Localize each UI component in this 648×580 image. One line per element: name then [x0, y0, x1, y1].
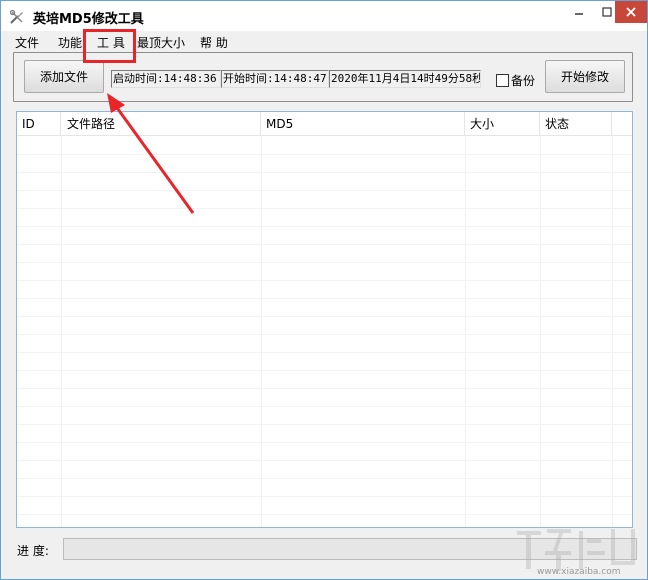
maximize-icon [602, 7, 612, 17]
row-line [17, 352, 632, 353]
column-divider [61, 136, 62, 527]
current-datetime-display: 2020年11月4日14时49分58秒 [329, 70, 481, 88]
window-title: 英培MD5修改工具 [33, 12, 144, 27]
row-line [17, 442, 632, 443]
row-line [17, 244, 632, 245]
column-divider [465, 136, 466, 527]
row-line [17, 334, 632, 335]
row-line [17, 478, 632, 479]
row-line [17, 298, 632, 299]
menu-topmost-size[interactable]: 最顶大小 [137, 34, 185, 51]
list-header: ID 文件路径 MD5 大小 状态 [17, 112, 632, 136]
minimize-icon [575, 13, 583, 15]
column-size[interactable]: 大小 [465, 112, 540, 136]
tools-icon [9, 9, 23, 24]
app-window: 英培MD5修改工具 文件 功能 工 具 最顶大小 帮 助 添加文件 启动时间:1… [0, 0, 648, 580]
add-file-button[interactable]: 添加文件 [24, 60, 104, 93]
start-time-display: 开始时间:14:48:47 [221, 70, 329, 88]
menu-file[interactable]: 文件 [15, 34, 39, 51]
start-modify-button[interactable]: 开始修改 [545, 60, 625, 93]
row-line [17, 460, 632, 461]
row-line [17, 262, 632, 263]
launch-time-display: 启动时间:14:48:36 [111, 70, 221, 88]
column-id[interactable]: ID [17, 112, 61, 136]
title-bar[interactable]: 英培MD5修改工具 [1, 1, 647, 31]
backup-checkbox[interactable] [496, 74, 509, 87]
file-list[interactable]: ID 文件路径 MD5 大小 状态 [16, 111, 633, 528]
minimize-button[interactable] [565, 1, 593, 23]
menu-help[interactable]: 帮 助 [200, 34, 228, 51]
row-line [17, 172, 632, 173]
annotation-highlight-box [83, 29, 136, 63]
progress-label: 进 度: [17, 544, 49, 558]
menu-function[interactable]: 功能 [58, 34, 82, 51]
column-divider [540, 136, 541, 527]
row-line [17, 208, 632, 209]
row-line [17, 280, 632, 281]
column-md5[interactable]: MD5 [261, 112, 465, 136]
row-line [17, 406, 632, 407]
row-line [17, 424, 632, 425]
row-line [17, 388, 632, 389]
close-icon [626, 7, 636, 17]
close-button[interactable] [615, 1, 647, 23]
row-line [17, 514, 632, 515]
watermark-url: www.xiazaiba.com [537, 567, 621, 577]
row-line [17, 370, 632, 371]
row-line [17, 226, 632, 227]
backup-option[interactable]: 备份 [496, 72, 535, 89]
row-line [17, 316, 632, 317]
row-line [17, 154, 632, 155]
column-file-path[interactable]: 文件路径 [61, 112, 261, 136]
row-line [17, 190, 632, 191]
backup-label: 备份 [511, 74, 536, 88]
column-status[interactable]: 状态 [540, 112, 612, 136]
column-divider [261, 136, 262, 527]
row-line [17, 496, 632, 497]
column-divider [612, 136, 613, 527]
